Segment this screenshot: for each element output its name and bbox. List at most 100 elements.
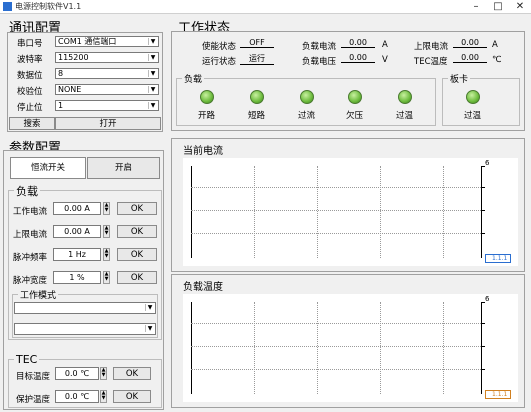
parity-label: 校验位 [17, 87, 43, 97]
overtemp-led [398, 90, 412, 104]
undervoltage-label: 欠压 [346, 111, 364, 121]
parity-select[interactable]: NONE ▼ [55, 84, 159, 95]
load-current-unit: A [382, 40, 388, 50]
y-tick-label: 6 [485, 295, 490, 303]
protect-temp-input[interactable]: 0.0 ℃ [55, 390, 99, 403]
work-current-label: 工作电流 [13, 207, 48, 217]
current-chart-title: 当前电流 [183, 146, 223, 157]
chevron-down-icon: ▼ [145, 325, 154, 332]
tab-enable[interactable]: 开启 [87, 157, 160, 179]
tec-group-title: TEC [14, 353, 40, 366]
enable-state-label: 使能状态 [202, 42, 237, 52]
upper-current-label: 上限电流 [414, 42, 449, 52]
app-icon [3, 2, 12, 11]
target-temp-input[interactable]: 0.0 ℃ [55, 367, 99, 380]
chevron-down-icon: ▼ [148, 70, 157, 77]
protect-temp-ok-button[interactable]: OK [113, 390, 151, 403]
open-circuit-label: 开路 [198, 111, 216, 121]
board-overtemp-label: 过温 [464, 111, 482, 121]
overcurrent-label: 过流 [298, 111, 316, 121]
upper-current-value: 0.00 [453, 38, 487, 48]
baud-value: 115200 [58, 53, 89, 62]
close-button[interactable]: ✕ [509, 0, 531, 13]
port-select[interactable]: COM1 通信端口 ▼ [55, 36, 159, 47]
right-axis [481, 302, 482, 394]
pulse-freq-ok-button[interactable]: OK [117, 248, 157, 261]
maximize-button[interactable]: □ [487, 0, 509, 13]
target-temp-label: 目标温度 [16, 372, 51, 382]
work-current-stepper[interactable]: ▲ ▼ [103, 202, 110, 215]
temp-chart-area: 6 1.1.1 [183, 294, 518, 402]
data-bits-label: 数据位 [17, 71, 43, 81]
pulse-freq-input[interactable]: 1 Hz [53, 248, 101, 261]
pulse-freq-label: 脉冲频率 [13, 253, 48, 263]
minimize-button[interactable]: – [465, 0, 487, 13]
work-mode-select-2[interactable]: ▼ [14, 323, 156, 335]
work-current-input[interactable]: 0.00 A [53, 202, 101, 215]
pulse-freq-stepper[interactable]: ▲ ▼ [103, 248, 110, 261]
run-state-value: 运行 [240, 53, 274, 65]
chevron-down-icon: ▼ [148, 54, 157, 61]
upper-current-unit: A [492, 40, 498, 50]
protect-temp-stepper[interactable]: ▲ ▼ [100, 390, 107, 403]
open-port-button[interactable]: 打开 [55, 117, 161, 130]
undervoltage-led [348, 90, 362, 104]
y-axis [191, 166, 192, 258]
overcurrent-led [300, 90, 314, 104]
temp-chart-title: 负载温度 [183, 282, 223, 293]
tab-constant-current[interactable]: 恒流开关 [10, 157, 86, 179]
stop-bits-label: 停止位 [17, 103, 43, 113]
window-title: 电源控制软件V1.1 [15, 2, 82, 11]
limit-current-label: 上限电流 [13, 230, 48, 240]
parity-value: NONE [58, 85, 82, 94]
stop-bits-value: 1 [58, 101, 64, 110]
target-temp-ok-button[interactable]: OK [113, 367, 151, 380]
work-current-ok-button[interactable]: OK [117, 202, 157, 215]
pulse-width-input[interactable]: 1 % [53, 271, 101, 284]
work-mode-title: 工作模式 [18, 288, 59, 301]
load-current-value: 0.00 [341, 38, 375, 48]
limit-current-input[interactable]: 0.00 A [53, 225, 101, 238]
chevron-down-icon: ▼ [145, 304, 154, 311]
board-status-title: 板卡 [448, 72, 471, 85]
limit-current-ok-button[interactable]: OK [117, 225, 157, 238]
pulse-width-label: 脉冲宽度 [13, 276, 48, 286]
chevron-down-icon: ▼ [148, 86, 157, 93]
port-value: COM1 通信端口 [58, 37, 117, 46]
short-circuit-label: 短路 [248, 111, 266, 121]
title-bar: 电源控制软件V1.1 – □ ✕ [0, 0, 531, 14]
tec-temp-value: 0.00 [453, 53, 487, 63]
short-circuit-led [250, 90, 264, 104]
load-current-label: 负载电流 [302, 42, 337, 52]
baud-select[interactable]: 115200 ▼ [55, 52, 159, 63]
run-state-label: 运行状态 [202, 57, 237, 67]
y-tick-label: 6 [485, 159, 490, 167]
work-mode-select-1[interactable]: ▼ [14, 302, 156, 314]
load-voltage-value: 0.00 [341, 53, 375, 63]
protect-temp-label: 保护温度 [16, 395, 51, 405]
load-voltage-unit: V [382, 55, 388, 65]
target-temp-stepper[interactable]: ▲ ▼ [100, 367, 107, 380]
tec-temp-unit: ℃ [492, 55, 502, 65]
data-bits-value: 8 [58, 69, 64, 78]
board-overtemp-led [466, 90, 480, 104]
tec-temp-label: TEC温度 [414, 57, 448, 67]
data-bits-select[interactable]: 8 ▼ [55, 68, 159, 79]
current-chart-area: 6 1.1.1 [183, 158, 518, 266]
limit-current-stepper[interactable]: ▲ ▼ [103, 225, 110, 238]
right-axis [481, 166, 482, 258]
port-label: 串口号 [17, 39, 43, 49]
load-status-title: 负载 [182, 72, 205, 85]
load-group-title: 负载 [14, 183, 40, 199]
stop-bits-select[interactable]: 1 ▼ [55, 100, 159, 111]
refresh-button[interactable]: 搜索 [9, 117, 55, 130]
enable-state-value: OFF [240, 38, 274, 48]
baud-label: 波特率 [17, 55, 43, 65]
chart-scroll-marker[interactable]: 1.1.1 [485, 390, 511, 399]
pulse-width-ok-button[interactable]: OK [117, 271, 157, 284]
chevron-down-icon: ▼ [148, 102, 157, 109]
chevron-down-icon: ▼ [148, 38, 157, 45]
pulse-width-stepper[interactable]: ▲ ▼ [103, 271, 110, 284]
chart-scroll-marker[interactable]: 1.1.1 [485, 254, 511, 263]
overtemp-label: 过温 [396, 111, 414, 121]
